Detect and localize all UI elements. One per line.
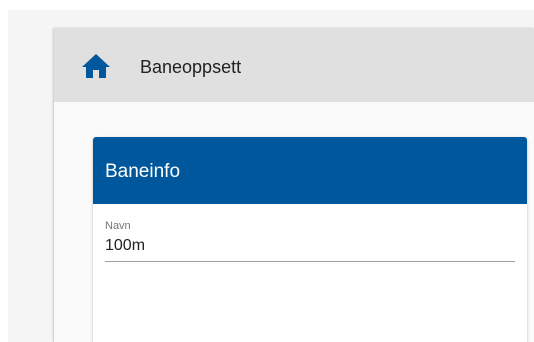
home-icon[interactable]: [80, 52, 112, 80]
name-field: Navn: [105, 217, 515, 267]
baneinfo-card: Baneinfo Navn: [93, 137, 527, 342]
card-header: Baneinfo: [93, 137, 527, 204]
card-title: Baneinfo: [105, 161, 181, 182]
page-title: Baneoppsett: [140, 57, 242, 77]
main-panel: Baneoppsett Baneinfo Navn: [54, 28, 534, 342]
name-input[interactable]: [105, 231, 515, 262]
app-viewport: Baneoppsett Baneinfo Navn: [8, 10, 534, 342]
panel-header: Baneoppsett: [54, 28, 534, 102]
